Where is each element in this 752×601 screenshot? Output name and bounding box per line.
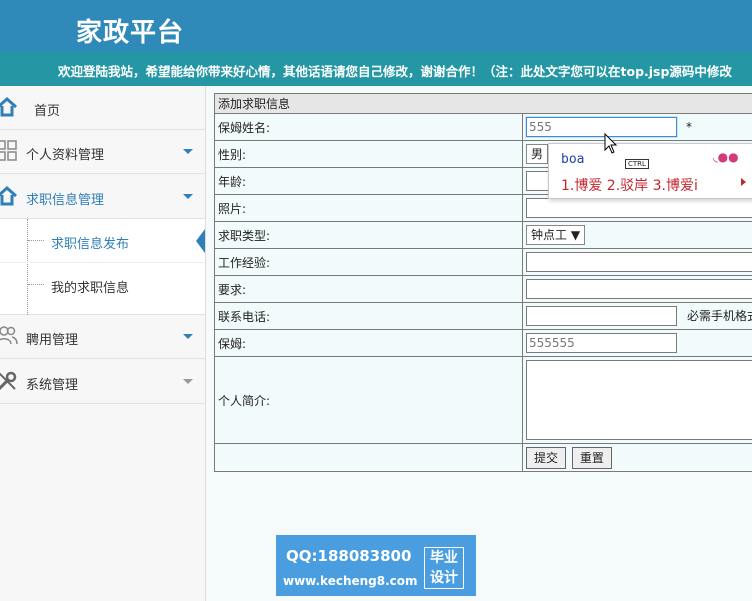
type-cell: 钟点工 ▼ — [522, 221, 752, 249]
watermark-site: www.kecheng8.com — [283, 574, 418, 588]
sidebar-item-jobs[interactable]: 求职信息管理 — [0, 175, 205, 219]
intro-textarea[interactable] — [526, 360, 752, 440]
badge-line: 设计 — [430, 570, 458, 586]
submenu-item-publish[interactable]: 求职信息发布 — [0, 219, 205, 263]
intro-label: 个人简介: — [214, 356, 523, 444]
badge-line: 毕业 — [430, 550, 458, 566]
experience-input[interactable] — [526, 252, 752, 272]
submenu-item-my-jobs[interactable]: 我的求职信息 — [0, 263, 205, 307]
gender-select[interactable]: 男 — [526, 144, 549, 164]
requirement-input[interactable] — [526, 279, 752, 299]
users-icon — [0, 326, 18, 345]
sidebar-item-system[interactable]: 系统管理 — [0, 360, 205, 404]
active-indicator — [196, 229, 205, 253]
sidebar: 首页 个人资料管理 求职信息管理 求职信息发布 我的求职信息 聘用管理 系统管理 — [0, 86, 206, 601]
submenu-item-label: 求职信息发布 — [51, 237, 130, 252]
chevron-down-icon — [183, 334, 193, 339]
submenu-item-label: 我的求职信息 — [51, 281, 130, 296]
name-label: 保姆姓名: — [214, 113, 523, 141]
tree-dash — [28, 240, 44, 241]
requirement-label: 要求: — [214, 275, 523, 303]
watermark-badge: 毕业 设计 — [424, 547, 464, 589]
chevron-down-icon — [183, 149, 193, 154]
ime-composition: boa — [561, 152, 585, 167]
age-label: 年龄: — [214, 167, 523, 195]
ime-ctrl-badge: CTRL — [625, 159, 649, 169]
nanny-cell: 555555 — [522, 329, 752, 357]
name-cell: 555 * — [522, 113, 752, 141]
gender-label: 性别: — [214, 140, 523, 168]
submit-button[interactable]: 提交 — [526, 446, 567, 469]
empty-cell — [214, 443, 523, 472]
ime-candidate-popup: boa CTRL ◟●● 1.博爱 2.驳岸 3.博爱i — [548, 143, 752, 199]
sidebar-item-label: 个人资料管理 — [26, 148, 105, 163]
sidebar-item-profile[interactable]: 个人资料管理 — [0, 130, 205, 174]
phone-hint: 必需手机格式 — [687, 308, 752, 323]
sidebar-item-label: 聘用管理 — [26, 333, 79, 348]
jobs-submenu: 求职信息发布 我的求职信息 — [0, 219, 205, 315]
site-title: 家政平台 — [76, 18, 185, 48]
reset-button[interactable]: 重置 — [571, 446, 612, 469]
type-label: 求职类型: — [214, 221, 523, 249]
photo-label: 照片: — [214, 194, 523, 222]
ime-skin-icon: ◟●● — [713, 150, 739, 164]
marquee-text: 欢迎登陆我站，希望能给你带来好心情，其他话语请您自己修改，谢谢合作！（注：此处文… — [58, 64, 732, 79]
watermark-qq: QQ:188083800 — [286, 547, 412, 565]
form-title: 添加求职信息 — [214, 93, 752, 114]
chevron-down-icon — [183, 379, 193, 384]
wrench-icon — [0, 371, 17, 391]
sidebar-item-label: 求职信息管理 — [26, 193, 105, 208]
sidebar-item-hire[interactable]: 聘用管理 — [0, 315, 205, 359]
home-icon — [0, 96, 17, 117]
watermark-banner: QQ:188083800 www.kecheng8.com 毕业 设计 — [276, 535, 476, 596]
sidebar-item-home[interactable]: 首页 — [0, 86, 205, 130]
welcome-marquee: 欢迎登陆我站，希望能给你带来好心情，其他话语请您自己修改，谢谢合作！（注：此处文… — [0, 52, 752, 86]
chevron-down-icon: ▼ — [570, 228, 581, 242]
nanny-input[interactable]: 555555 — [526, 333, 677, 353]
phone-label: 联系电话: — [214, 302, 523, 330]
experience-cell — [522, 248, 752, 276]
job-type-value: 钟点工 — [531, 228, 568, 242]
requirement-cell — [522, 275, 752, 303]
chevron-down-icon — [183, 194, 193, 199]
job-type-select[interactable]: 钟点工 ▼ — [526, 225, 586, 245]
ime-candidates[interactable]: 1.博爱 2.驳岸 3.博爱i — [561, 175, 698, 195]
phone-input[interactable] — [526, 306, 677, 326]
phone-cell: 必需手机格式 — [522, 302, 752, 330]
sidebar-item-label: 系统管理 — [26, 378, 79, 393]
grid-icon — [0, 140, 17, 161]
experience-label: 工作经验: — [214, 248, 523, 276]
header-bar: 家政平台 — [0, 0, 752, 52]
button-cell: 提交 重置 — [522, 443, 752, 472]
next-page-icon[interactable] — [741, 178, 746, 186]
intro-cell — [522, 356, 752, 444]
mouse-pointer-icon — [604, 133, 618, 154]
home-icon — [0, 185, 17, 206]
photo-input[interactable] — [526, 198, 752, 218]
nanny-label: 保姆: — [214, 329, 523, 357]
required-mark: * — [686, 119, 692, 134]
tree-dash — [28, 284, 44, 285]
sidebar-item-label: 首页 — [34, 104, 61, 119]
nanny-name-input[interactable]: 555 — [526, 117, 677, 137]
